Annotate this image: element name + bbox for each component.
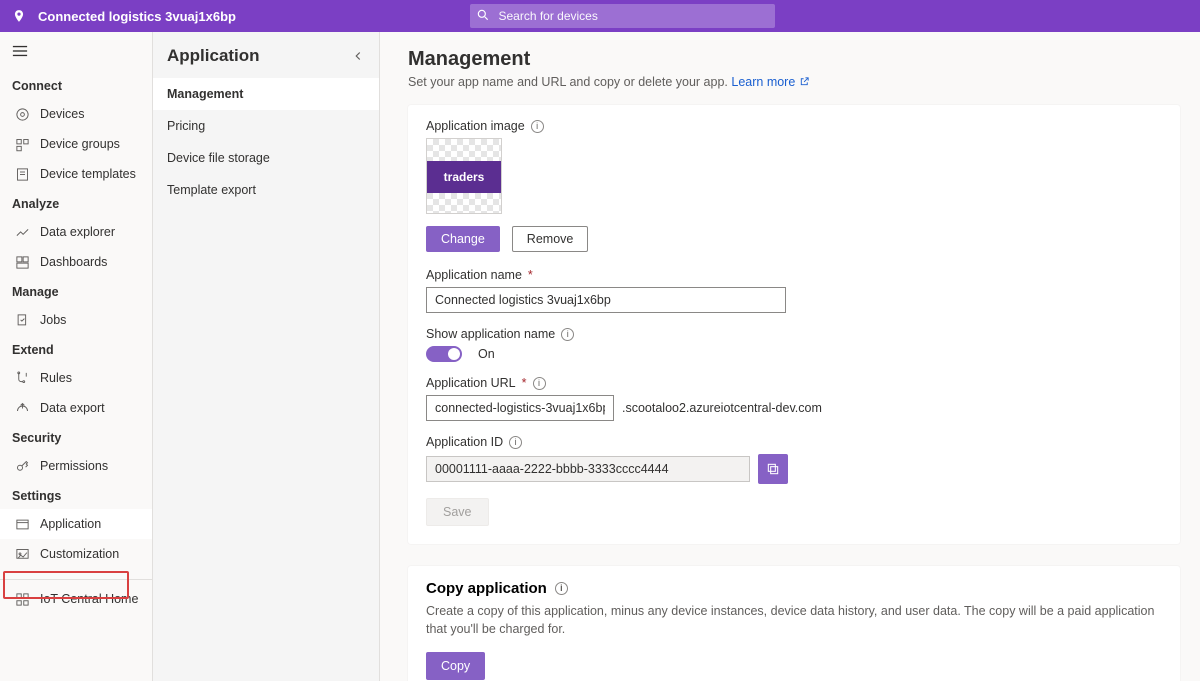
- search-wrap: [470, 4, 775, 28]
- nav-item-rules[interactable]: Rules: [0, 363, 152, 393]
- page-description: Set your app name and URL and copy or de…: [408, 75, 1180, 89]
- search-icon: [476, 8, 490, 22]
- application-image-thumbnail: traders: [426, 138, 502, 214]
- nav-section-manage: Manage: [0, 277, 152, 305]
- nav-section-connect: Connect: [0, 71, 152, 99]
- subnav-item-pricing[interactable]: Pricing: [153, 110, 379, 142]
- nav-label: Jobs: [40, 313, 66, 327]
- learn-more-link[interactable]: Learn more: [731, 75, 810, 89]
- nav-label: Data explorer: [40, 225, 115, 239]
- copy-application-card: Copy application i Create a copy of this…: [408, 566, 1180, 681]
- nav-section-security: Security: [0, 423, 152, 451]
- subnav-title: Application: [167, 46, 260, 66]
- nav-label: IoT Central Home: [40, 592, 138, 606]
- nav-section-settings: Settings: [0, 481, 152, 509]
- info-icon[interactable]: i: [555, 582, 568, 595]
- nav-label: Data export: [40, 401, 105, 415]
- show-name-toggle[interactable]: [426, 346, 462, 362]
- info-icon[interactable]: i: [509, 436, 522, 449]
- copy-application-title: Copy application i: [426, 580, 1162, 597]
- search-input[interactable]: [470, 4, 775, 28]
- main-content: Management Set your app name and URL and…: [380, 32, 1200, 681]
- application-id-input[interactable]: [426, 456, 750, 482]
- customization-icon: [14, 546, 30, 562]
- url-suffix: .scootaloo2.azureiotcentral-dev.com: [622, 401, 822, 415]
- subnav-item-management[interactable]: Management: [153, 78, 379, 110]
- subnav-item-device-file-storage[interactable]: Device file storage: [153, 142, 379, 174]
- application-url-label: Application URL* i: [426, 376, 1162, 390]
- nav-section-extend: Extend: [0, 335, 152, 363]
- top-header: Connected logistics 3vuaj1x6bp: [0, 0, 1200, 32]
- copy-application-description: Create a copy of this application, minus…: [426, 603, 1162, 638]
- application-url-input[interactable]: [426, 395, 614, 421]
- nav-item-devices[interactable]: Devices: [0, 99, 152, 129]
- device-groups-icon: [14, 136, 30, 152]
- nav-item-jobs[interactable]: Jobs: [0, 305, 152, 335]
- nav-label: Devices: [40, 107, 84, 121]
- hamburger-button[interactable]: [0, 40, 152, 71]
- external-link-icon: [799, 76, 810, 87]
- nav-label: Dashboards: [40, 255, 107, 269]
- page-title: Management: [408, 48, 1180, 71]
- nav-label: Device groups: [40, 137, 120, 151]
- chevron-left-icon[interactable]: [351, 49, 365, 63]
- nav-item-device-groups[interactable]: Device groups: [0, 129, 152, 159]
- nav-label: Application: [40, 517, 101, 531]
- save-button: Save: [426, 498, 489, 526]
- nav-item-permissions[interactable]: Permissions: [0, 451, 152, 481]
- management-card: Application image i traders Change Remov…: [408, 105, 1180, 544]
- rules-icon: [14, 370, 30, 386]
- application-name-label: Application name*: [426, 268, 1162, 282]
- nav-item-application[interactable]: Application: [0, 509, 152, 539]
- app-image-text: traders: [427, 161, 501, 193]
- nav-item-customization[interactable]: Customization: [0, 539, 152, 569]
- application-name-input[interactable]: [426, 287, 786, 313]
- nav-item-data-explorer[interactable]: Data explorer: [0, 217, 152, 247]
- show-application-name-label: Show application name i: [426, 327, 1162, 341]
- data-export-icon: [14, 400, 30, 416]
- toggle-state-label: On: [478, 347, 495, 361]
- remove-image-button[interactable]: Remove: [512, 226, 589, 252]
- app-title: Connected logistics 3vuaj1x6bp: [38, 9, 236, 24]
- application-image-label: Application image i: [426, 119, 1162, 133]
- nav-section-analyze: Analyze: [0, 189, 152, 217]
- dashboards-icon: [14, 254, 30, 270]
- data-explorer-icon: [14, 224, 30, 240]
- location-icon: [10, 7, 28, 25]
- nav-label: Device templates: [40, 167, 136, 181]
- application-id-label: Application ID i: [426, 435, 1162, 449]
- devices-icon: [14, 106, 30, 122]
- info-icon[interactable]: i: [531, 120, 544, 133]
- nav-item-dashboards[interactable]: Dashboards: [0, 247, 152, 277]
- permissions-icon: [14, 458, 30, 474]
- jobs-icon: [14, 312, 30, 328]
- application-icon: [14, 516, 30, 532]
- application-subnav: Application Management Pricing Device fi…: [153, 32, 380, 681]
- info-icon[interactable]: i: [561, 328, 574, 341]
- nav-label: Rules: [40, 371, 72, 385]
- change-image-button[interactable]: Change: [426, 226, 500, 252]
- nav-item-data-export[interactable]: Data export: [0, 393, 152, 423]
- nav-item-device-templates[interactable]: Device templates: [0, 159, 152, 189]
- info-icon[interactable]: i: [533, 377, 546, 390]
- nav-label: Customization: [40, 547, 119, 561]
- device-templates-icon: [14, 166, 30, 182]
- nav-item-iot-central-home[interactable]: IoT Central Home: [0, 584, 152, 614]
- nav-label: Permissions: [40, 459, 108, 473]
- home-grid-icon: [14, 591, 30, 607]
- left-nav: Connect Devices Device groups Device tem…: [0, 32, 153, 681]
- subnav-item-template-export[interactable]: Template export: [153, 174, 379, 206]
- copy-id-button[interactable]: [758, 454, 788, 484]
- copy-button[interactable]: Copy: [426, 652, 485, 680]
